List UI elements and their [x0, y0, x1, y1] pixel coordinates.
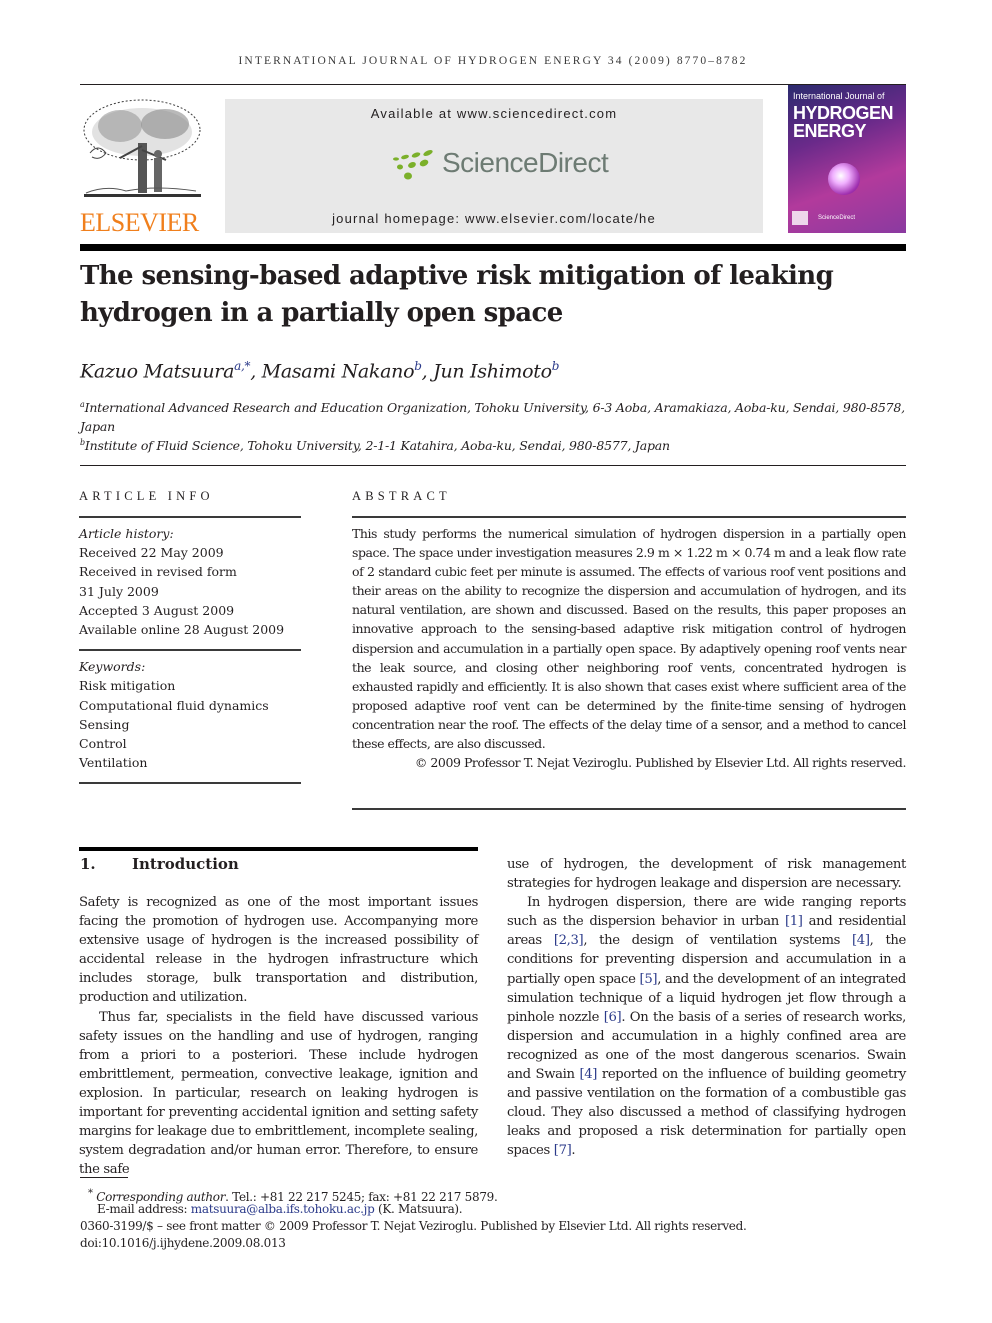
- author-separator: ,: [250, 360, 262, 383]
- sciencedirect-banner: Available at www.sciencedirect.com Scien…: [225, 99, 763, 233]
- running-head: INTERNATIONAL JOURNAL OF HYDROGEN ENERGY…: [238, 55, 748, 67]
- history-label: Article history:: [79, 526, 174, 541]
- affiliation-rule: [80, 465, 906, 466]
- abstract-rule: [352, 516, 906, 518]
- keyword-item[interactable]: Ventilation: [79, 753, 301, 772]
- keyword-item[interactable]: Computational fluid dynamics: [79, 696, 301, 715]
- article-title: The sensing-based adaptive risk mitigati…: [80, 258, 906, 332]
- affiliation-text: Institute of Fluid Science, Tohoku Unive…: [84, 438, 670, 454]
- cover-subtitle: International Journal of: [793, 91, 885, 101]
- paragraph: In hydrogen dispersion, there are wide r…: [507, 893, 906, 1160]
- abstract-text: This study performs the numerical simula…: [352, 526, 906, 752]
- title-line-1: The sensing-based adaptive risk mitigati…: [80, 261, 834, 291]
- affiliation-text-cont: Japan: [80, 419, 115, 435]
- abstract-heading: ABSTRACT: [352, 489, 451, 503]
- footnote-rule: [80, 1177, 128, 1178]
- footnote-star: *: [88, 1188, 93, 1199]
- keywords: Keywords: Risk mitigation Computational …: [79, 657, 301, 772]
- history-item: Received in revised form: [79, 564, 237, 580]
- citation-link[interactable]: [5]: [640, 972, 658, 987]
- citation-link[interactable]: [4]: [852, 933, 870, 948]
- article-info-rule: [79, 516, 301, 518]
- keywords-label: Keywords:: [79, 659, 146, 675]
- article-info-panel: ARTICLE INFO Article history: Received 2…: [79, 489, 301, 785]
- email-suffix: (K. Matsuura).: [374, 1202, 463, 1216]
- article-history: Article history: Received 22 May 2009 Re…: [79, 524, 301, 639]
- abstract-copyright: © 2009 Professor T. Nejat Veziroglu. Pub…: [414, 755, 907, 771]
- keywords-rule: [79, 649, 301, 652]
- doi-link[interactable]: doi:10.1016/j.ijhydene.2009.08.013: [80, 1234, 910, 1253]
- sciencedirect-logo[interactable]: ScienceDirect: [390, 145, 620, 185]
- paragraph: use of hydrogen, the development of risk…: [507, 857, 906, 892]
- elsevier-tree-icon: [83, 99, 201, 197]
- affiliation-text: International Advanced Research and Educ…: [84, 400, 906, 416]
- title-line-2: hydrogen in a partially open space: [80, 298, 563, 328]
- body-column-right: use of hydrogen, the development of risk…: [507, 855, 906, 1161]
- history-item: Received 22 May 2009: [79, 545, 224, 561]
- keyword-item[interactable]: Risk mitigation: [79, 676, 301, 695]
- citation-link[interactable]: [1]: [785, 914, 803, 929]
- cover-title-line2: ENERGY: [793, 121, 867, 141]
- section-heading-introduction: 1. Introduction: [80, 855, 239, 873]
- citation-link[interactable]: [6]: [604, 1010, 622, 1025]
- author-list: Kazuo Matsuuraa,*, Masami Nakanob, Jun I…: [80, 359, 559, 382]
- journal-homepage-link[interactable]: journal homepage: www.elsevier.com/locat…: [225, 211, 763, 226]
- keyword-item[interactable]: Sensing: [79, 715, 301, 734]
- author-name[interactable]: Jun Ishimoto: [433, 360, 552, 382]
- cover-orb-icon: [828, 163, 860, 195]
- email-link[interactable]: matsuura@alba.ifs.tohoku.ac.jp: [191, 1202, 375, 1216]
- header-rule: [80, 84, 906, 85]
- author-affiliation-mark[interactable]: a,*: [234, 359, 250, 373]
- section-rule: [79, 847, 478, 851]
- affiliation-b: bInstitute of Fluid Science, Tohoku Univ…: [80, 433, 906, 455]
- email-label: E-mail address:: [97, 1202, 191, 1216]
- text-run: , the design of ventilation systems: [583, 933, 852, 949]
- keyword-item[interactable]: Control: [79, 734, 301, 753]
- journal-cover-image[interactable]: International Journal of HYDROGEN ENERGY…: [788, 85, 906, 233]
- cover-title: HYDROGEN ENERGY: [793, 103, 894, 141]
- author-name[interactable]: Masami Nakano: [262, 360, 415, 382]
- history-item: Available online 28 August 2009: [79, 622, 285, 638]
- article-info-bottom-rule: [79, 782, 301, 785]
- sciencedirect-dots-icon: [393, 149, 433, 180]
- paragraph: Safety is recognized as one of the most …: [79, 895, 478, 1006]
- abstract-panel: ABSTRACT This study performs the numeric…: [352, 489, 907, 811]
- author-separator: ,: [421, 360, 434, 383]
- citation-link[interactable]: [2,3]: [554, 933, 584, 948]
- citation-link[interactable]: [7]: [554, 1143, 572, 1158]
- body-column-left: Safety is recognized as one of the most …: [79, 893, 478, 1179]
- citation-link[interactable]: [4]: [579, 1067, 597, 1082]
- author-affiliation-mark[interactable]: b: [414, 359, 422, 373]
- affiliation-a: aInternational Advanced Research and Edu…: [80, 395, 906, 436]
- abstract-bottom-rule: [352, 808, 906, 811]
- history-item: 31 July 2009: [79, 583, 159, 599]
- elsevier-wordmark: ELSEVIER: [80, 208, 199, 237]
- cover-publisher-logo-icon: [792, 211, 808, 225]
- section-number: 1.: [80, 855, 96, 873]
- available-at-link[interactable]: Available at www.sciencedirect.com: [225, 106, 763, 121]
- history-item: Accepted 3 August 2009: [79, 602, 235, 618]
- sciencedirect-wordmark: ScienceDirect: [442, 147, 609, 178]
- author-affiliation-mark[interactable]: b: [552, 359, 560, 373]
- section-title: Introduction: [132, 855, 239, 873]
- author-name[interactable]: Kazuo Matsuura: [80, 360, 234, 382]
- article-info-heading: ARTICLE INFO: [79, 489, 214, 503]
- text-run: .: [571, 1143, 576, 1159]
- cover-title-line1: HYDROGEN: [793, 103, 894, 123]
- cover-footer: ScienceDirect: [818, 215, 856, 221]
- elsevier-logo[interactable]: ELSEVIER: [80, 98, 205, 238]
- title-rule: [80, 244, 906, 251]
- paragraph: Thus far, specialists in the field have …: [79, 1009, 478, 1178]
